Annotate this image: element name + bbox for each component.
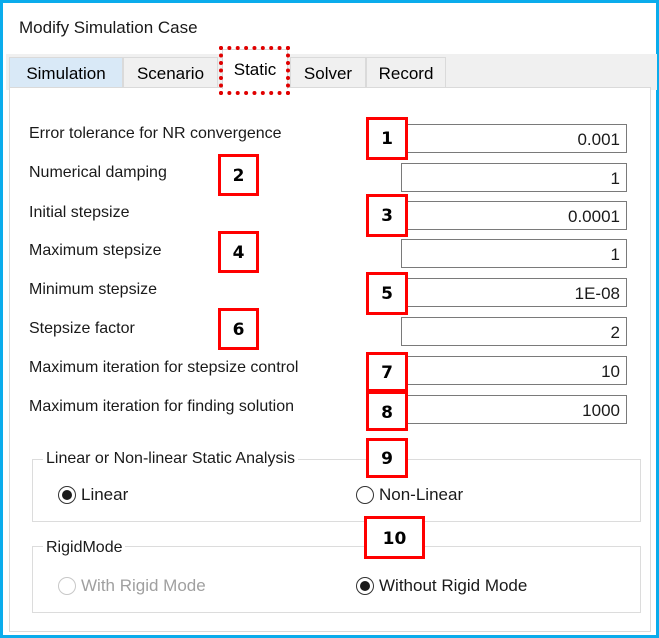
radio-disabled-icon <box>58 577 76 595</box>
radio-non-linear[interactable]: Non-Linear <box>356 485 463 505</box>
tab-record[interactable]: Record <box>366 57 446 87</box>
radio-selected-icon <box>58 486 76 504</box>
label-maximum-stepsize: Maximum stepsize <box>29 242 162 259</box>
rigid-mode-group-label: RigidMode <box>43 539 126 557</box>
radio-without-rigid-mode-label: Without Rigid Mode <box>379 576 528 595</box>
radio-with-rigid-mode: With Rigid Mode <box>58 576 206 596</box>
radio-linear-label: Linear <box>81 485 129 504</box>
minimum-stepsize-input[interactable]: 1E-08 <box>402 278 627 307</box>
max-iter-solution-input[interactable]: 1000 <box>402 395 627 424</box>
annotation-badge-2: 2 <box>218 154 259 196</box>
label-stepsize-factor: Stepsize factor <box>29 320 135 337</box>
analysis-type-group-label: Linear or Non-linear Static Analysis <box>43 450 299 468</box>
tab-highlight-annotation <box>219 46 290 95</box>
label-minimum-stepsize: Minimum stepsize <box>29 281 158 298</box>
annotation-badge-9: 9 <box>366 438 408 478</box>
label-error-tolerance: Error tolerance for NR convergence <box>29 125 282 142</box>
numerical-damping-input[interactable]: 1 <box>401 163 627 192</box>
annotation-badge-1: 1 <box>366 117 408 160</box>
max-iter-stepsize-input[interactable]: 10 <box>402 356 627 385</box>
annotation-badge-7: 7 <box>366 352 408 392</box>
annotation-badge-6: 6 <box>218 308 259 350</box>
tab-simulation[interactable]: Simulation <box>9 57 123 87</box>
radio-selected-icon <box>356 577 374 595</box>
radio-non-linear-label: Non-Linear <box>379 485 464 504</box>
annotation-badge-3: 3 <box>366 194 408 237</box>
label-initial-stepsize: Initial stepsize <box>29 204 130 221</box>
initial-stepsize-input[interactable]: 0.0001 <box>402 201 627 230</box>
tab-solver[interactable]: Solver <box>290 57 366 87</box>
radio-linear[interactable]: Linear <box>58 485 128 505</box>
radio-unselected-icon <box>356 486 374 504</box>
annotation-badge-4: 4 <box>218 231 259 273</box>
error-tolerance-input[interactable]: 0.001 <box>402 124 627 153</box>
radio-without-rigid-mode[interactable]: Without Rigid Mode <box>356 576 527 596</box>
maximum-stepsize-input[interactable]: 1 <box>401 239 627 268</box>
stepsize-factor-input[interactable]: 2 <box>401 317 627 346</box>
window-title: Modify Simulation Case <box>19 18 198 37</box>
label-max-iter-stepsize: Maximum iteration for stepsize control <box>29 359 299 376</box>
annotation-badge-8: 8 <box>366 391 408 431</box>
label-max-iter-solution: Maximum iteration for finding solution <box>29 398 295 415</box>
annotation-badge-5: 5 <box>366 272 408 315</box>
label-numerical-damping: Numerical damping <box>29 164 167 181</box>
tab-scenario[interactable]: Scenario <box>123 57 218 87</box>
radio-with-rigid-mode-label: With Rigid Mode <box>81 576 206 595</box>
annotation-badge-10: 10 <box>364 516 425 559</box>
